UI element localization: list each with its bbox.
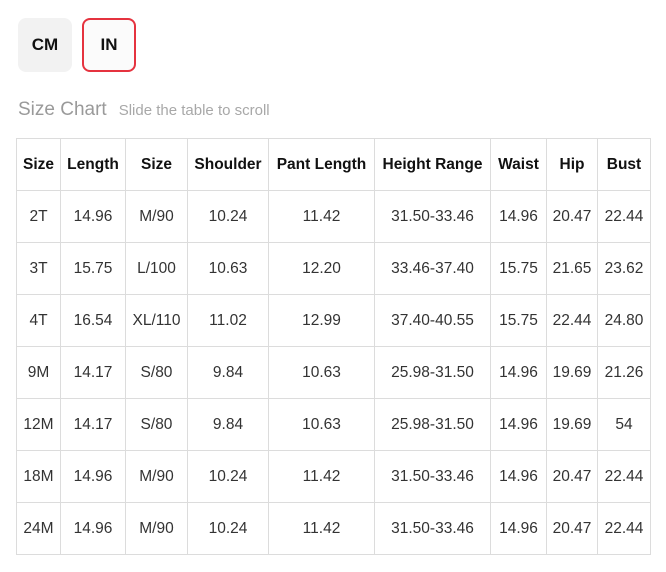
table-cell: 31.50-33.46 — [374, 450, 491, 503]
table-row: 3T 15.75 L/100 10.63 12.20 33.46-37.40 15.75 21… — [16, 242, 651, 295]
table-cell: S/80 — [125, 398, 188, 451]
table-cell: 33.46-37.40 — [374, 242, 491, 295]
table-cell: 22.44 — [597, 502, 651, 555]
table-cell: 14.96 — [490, 346, 547, 399]
size-table-scroll-container[interactable]: Size Length Size Shoulder Pant Length Height … — [16, 138, 651, 555]
table-cell: 11.42 — [268, 502, 375, 555]
table-row: 4T 16.54 XL/110 11.02 12.99 37.40-40.55 15.75 2… — [16, 294, 651, 347]
table-cell: 25.98-31.50 — [374, 398, 491, 451]
column-header: Shoulder — [187, 138, 269, 191]
table-cell: 3T — [16, 242, 61, 295]
table-cell: 37.40-40.55 — [374, 294, 491, 347]
table-cell: 19.69 — [546, 346, 598, 399]
table-cell: 9.84 — [187, 398, 269, 451]
table-cell: 11.42 — [268, 450, 375, 503]
table-cell: 2T — [16, 190, 61, 243]
table-cell: 24.80 — [597, 294, 651, 347]
table-cell: 54 — [597, 398, 651, 451]
table-cell: 14.96 — [60, 502, 126, 555]
cm-unit-button[interactable]: CM — [18, 18, 72, 72]
table-row: 12M 14.17 S/80 9.84 10.63 25.98-31.50 14.96 19.… — [16, 398, 651, 451]
table-cell: 15.75 — [60, 242, 126, 295]
table-cell: M/90 — [125, 190, 188, 243]
table-cell: 10.24 — [187, 450, 269, 503]
table-cell: 16.54 — [60, 294, 126, 347]
column-header: Length — [60, 138, 126, 191]
table-cell: 22.44 — [597, 450, 651, 503]
table-cell: 14.96 — [60, 190, 126, 243]
table-cell: 24M — [16, 502, 61, 555]
column-header: Height Range — [374, 138, 491, 191]
table-cell: 14.96 — [490, 502, 547, 555]
table-row: 9M 14.17 S/80 9.84 10.63 25.98-31.50 14.96 19.6… — [16, 346, 651, 399]
table-cell: 10.63 — [268, 398, 375, 451]
table-cell: S/80 — [125, 346, 188, 399]
table-cell: 20.47 — [546, 502, 598, 555]
table-cell: 31.50-33.46 — [374, 502, 491, 555]
table-cell: M/90 — [125, 450, 188, 503]
size-table: Size Length Size Shoulder Pant Length Height … — [16, 138, 651, 555]
table-cell: 14.96 — [490, 190, 547, 243]
table-cell: 20.47 — [546, 190, 598, 243]
table-cell: 12.99 — [268, 294, 375, 347]
size-chart-heading: Size Chart Slide the table to scroll — [18, 99, 270, 121]
table-cell: XL/110 — [125, 294, 188, 347]
column-header: Size — [16, 138, 61, 191]
table-cell: 14.17 — [60, 346, 126, 399]
table-cell: 10.24 — [187, 190, 269, 243]
table-cell: 22.44 — [546, 294, 598, 347]
table-cell: 21.26 — [597, 346, 651, 399]
table-cell: 11.02 — [187, 294, 269, 347]
table-row: 24M 14.96 M/90 10.24 11.42 31.50-33.46 14.96 20… — [16, 502, 651, 555]
table-cell: 11.42 — [268, 190, 375, 243]
table-cell: 20.47 — [546, 450, 598, 503]
in-unit-button[interactable]: IN — [82, 18, 136, 72]
table-cell: 14.96 — [490, 398, 547, 451]
table-header-row: Size Length Size Shoulder Pant Length Height … — [16, 138, 651, 191]
table-cell: 12M — [16, 398, 61, 451]
column-header: Waist — [490, 138, 547, 191]
table-cell: 12.20 — [268, 242, 375, 295]
table-cell: 10.24 — [187, 502, 269, 555]
size-chart-title: Size Chart — [18, 99, 107, 120]
column-header: Bust — [597, 138, 651, 191]
column-header: Pant Length — [268, 138, 375, 191]
table-cell: 4T — [16, 294, 61, 347]
scroll-hint: Slide the table to scroll — [118, 102, 270, 119]
table-row: 2T 14.96 M/90 10.24 11.42 31.50-33.46 14.96 20.… — [16, 190, 651, 243]
column-header: Size — [125, 138, 188, 191]
unit-toggle: CM IN — [18, 18, 136, 72]
table-cell: 10.63 — [187, 242, 269, 295]
table-cell: 15.75 — [490, 294, 547, 347]
table-cell: 18M — [16, 450, 61, 503]
table-cell: 14.96 — [60, 450, 126, 503]
table-cell: 31.50-33.46 — [374, 190, 491, 243]
table-cell: 15.75 — [490, 242, 547, 295]
table-cell: 14.96 — [490, 450, 547, 503]
table-cell: 21.65 — [546, 242, 598, 295]
table-body: 2T 14.96 M/90 10.24 11.42 31.50-33.46 14.96 20.… — [16, 190, 651, 555]
table-cell: 19.69 — [546, 398, 598, 451]
column-header: Hip — [546, 138, 598, 191]
table-cell: 10.63 — [268, 346, 375, 399]
table-cell: 9.84 — [187, 346, 269, 399]
table-cell: 9M — [16, 346, 61, 399]
table-cell: 14.17 — [60, 398, 126, 451]
table-cell: L/100 — [125, 242, 188, 295]
table-cell: 23.62 — [597, 242, 651, 295]
table-cell: M/90 — [125, 502, 188, 555]
table-cell: 22.44 — [597, 190, 651, 243]
table-cell: 25.98-31.50 — [374, 346, 491, 399]
table-row: 18M 14.96 M/90 10.24 11.42 31.50-33.46 14.96 20… — [16, 450, 651, 503]
